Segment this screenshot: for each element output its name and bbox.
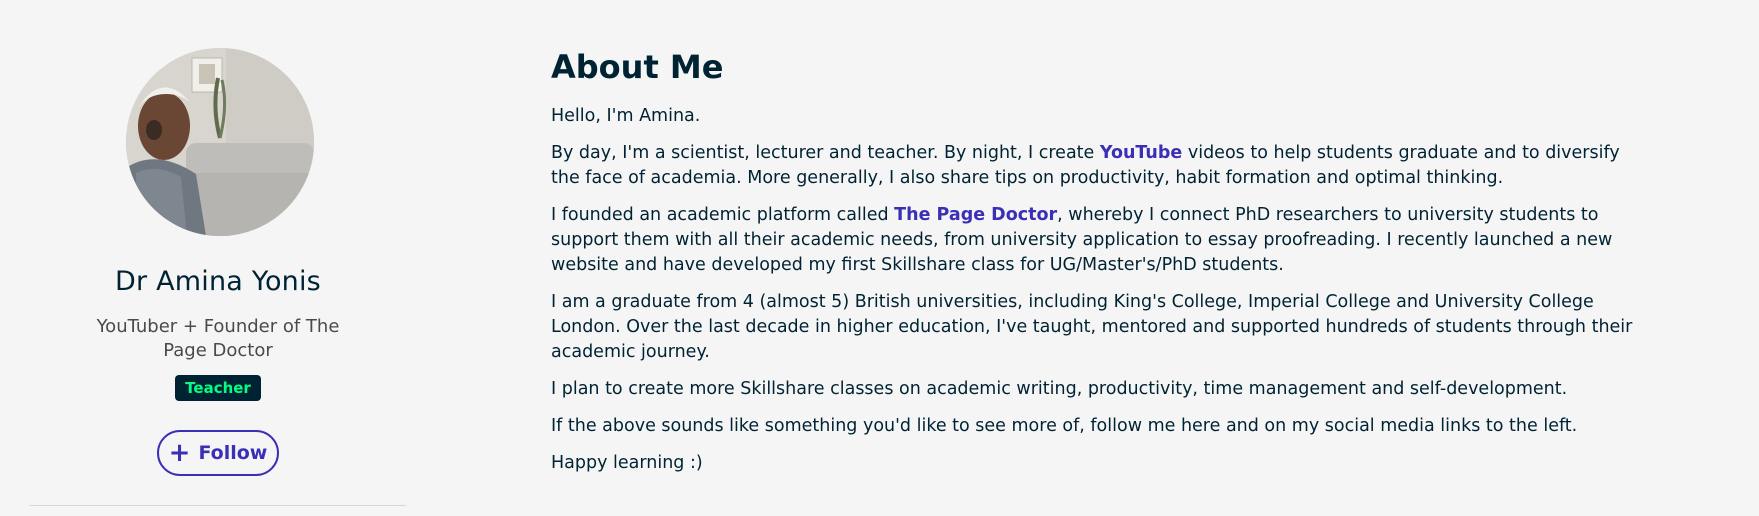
about-paragraph-platform: I founded an academic platform called Th…: [551, 203, 1651, 278]
about-paragraph-greeting: Hello, I'm Amina.: [551, 106, 701, 126]
profile-sidebar: Dr Amina Yonis YouTuber + Founder of The…: [30, 0, 406, 516]
profile-tagline: YouTuber + Founder of The Page Doctor: [96, 316, 340, 361]
plus-icon: +: [168, 438, 191, 468]
about-paragraph-day-night: By day, I'm a scientist, lecturer and te…: [551, 141, 1651, 191]
profile-page: Dr Amina Yonis YouTuber + Founder of The…: [0, 0, 1759, 516]
about-p2-text-before: By day, I'm a scientist, lecturer and te…: [551, 143, 1100, 163]
follow-container: + Follow: [30, 430, 406, 476]
youtube-link[interactable]: YouTube: [1100, 143, 1182, 163]
about-paragraph-plans: I plan to create more Skillshare classes…: [551, 379, 1568, 399]
page-doctor-link[interactable]: The Page Doctor: [894, 205, 1057, 225]
about-paragraph-follow: If the above sounds like something you'd…: [551, 416, 1578, 436]
follow-button[interactable]: + Follow: [157, 430, 279, 476]
about-paragraph-signoff: Happy learning :): [551, 453, 703, 473]
avatar: [126, 48, 314, 236]
teacher-badge: Teacher: [175, 375, 261, 401]
sidebar-divider: [30, 505, 406, 506]
profile-name: Dr Amina Yonis: [115, 266, 321, 297]
about-p3-text-before: I founded an academic platform called: [551, 205, 895, 225]
badge-container: Teacher: [30, 375, 406, 401]
about-section: About Me Hello, I'm Amina. By day, I'm a…: [551, 46, 1651, 488]
follow-label: Follow: [198, 442, 268, 464]
about-heading: About Me: [551, 48, 724, 86]
about-paragraph-education: I am a graduate from 4 (almost 5) Britis…: [551, 292, 1633, 362]
avatar-photo: [126, 48, 314, 236]
